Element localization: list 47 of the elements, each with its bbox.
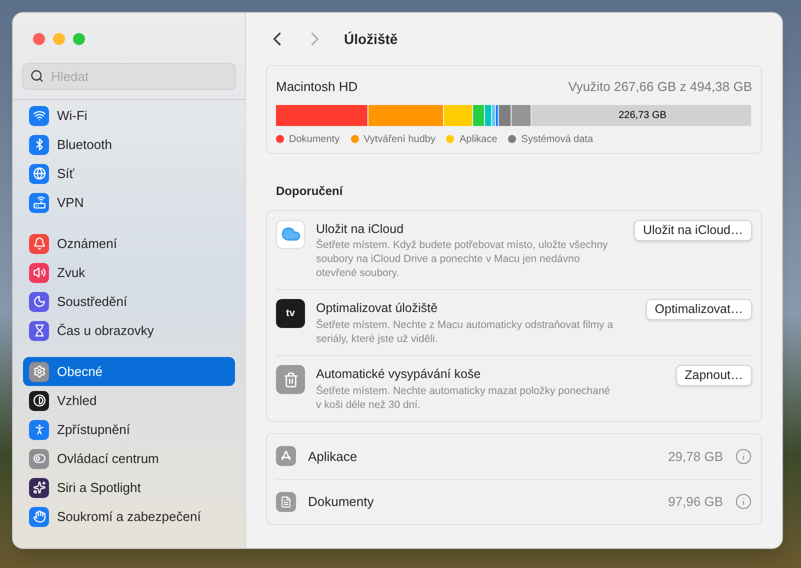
sidebar-item[interactable]: Síť <box>23 159 235 188</box>
sidebar-item[interactable]: Obecné <box>23 357 235 386</box>
recommendation-button[interactable]: Zapnout… <box>676 365 752 386</box>
legend-label: Aplikace <box>459 132 498 146</box>
recommendation-description: Šetřete místem. Když budete potřebovat místo, uložte všechny soubory na iCloud Drive a ponechte v Macu jen nedávno otevřené soubory. <box>316 238 609 280</box>
recommendation-title: Uložit na iCloud <box>316 220 405 238</box>
sidebar-item[interactable]: Čas u obrazovky <box>23 316 235 345</box>
recommendation-button[interactable]: Optimalizovat… <box>646 299 752 320</box>
legend-label: Vytváření hudby <box>364 132 436 146</box>
legend-label: Dokumenty <box>289 132 340 146</box>
recommendation-description: Šetřete místem. Nechte z Macu automaticky odstraňovat filmy a seriály, které jste už viděli. <box>316 318 614 346</box>
tv-app-icon: tv <box>276 299 305 328</box>
document-icon <box>276 492 296 512</box>
recommendation-description: Šetřete místem. Nechte automaticky mazat položky ponechané v koši déle než 30 dní. <box>316 384 612 412</box>
section-heading: Doporučení <box>276 182 344 200</box>
category-size: 29,78 GB <box>668 448 723 466</box>
trash-icon <box>276 365 305 394</box>
sidebar-item[interactable]: Bluetooth <box>23 130 235 159</box>
disk-usage: Využito 267,66 GB z 494,38 GB <box>568 78 752 96</box>
sidebar-item[interactable]: VPN <box>23 188 235 217</box>
sidebar-item[interactable]: Wi-Fi <box>23 101 235 130</box>
recommendation-title: Automatické vysypávání koše <box>316 366 482 383</box>
recommendation-button[interactable]: Uložit na iCloud… <box>634 220 752 240</box>
disk-name: Macintosh HD <box>276 78 358 96</box>
app-store-icon <box>276 446 296 466</box>
category-label: Dokumenty <box>308 493 375 511</box>
sidebar-item[interactable]: Vzhled <box>23 386 235 415</box>
info-button[interactable] <box>735 493 752 510</box>
category-size: 97,96 GB <box>668 493 723 511</box>
zoom-button[interactable] <box>73 33 85 45</box>
free-space-label: 226,73 GB <box>618 108 668 122</box>
search-icon <box>30 69 44 83</box>
sidebar-item[interactable]: Soukromí a zabezpečení <box>23 502 235 531</box>
info-button[interactable] <box>735 448 752 465</box>
recommendation-title: Optimalizovat úložiště <box>316 300 439 318</box>
minimize-button[interactable] <box>53 33 65 45</box>
sidebar-item[interactable]: Soustředění <box>23 287 235 316</box>
category-label: Aplikace <box>308 448 358 466</box>
sidebar-item[interactable]: Ovládací centrum <box>23 444 235 473</box>
sidebar-item[interactable]: Oznámení <box>23 229 235 258</box>
cloud-icon <box>276 220 305 248</box>
legend-label: Systémová data <box>521 132 594 146</box>
window-title: Úložiště <box>344 30 398 48</box>
sidebar-item[interactable]: Zvuk <box>23 258 235 287</box>
sidebar-item[interactable]: Siri a Spotlight <box>23 473 235 502</box>
sidebar-item[interactable]: Zpřístupnění <box>23 415 235 444</box>
close-button[interactable] <box>33 33 45 45</box>
